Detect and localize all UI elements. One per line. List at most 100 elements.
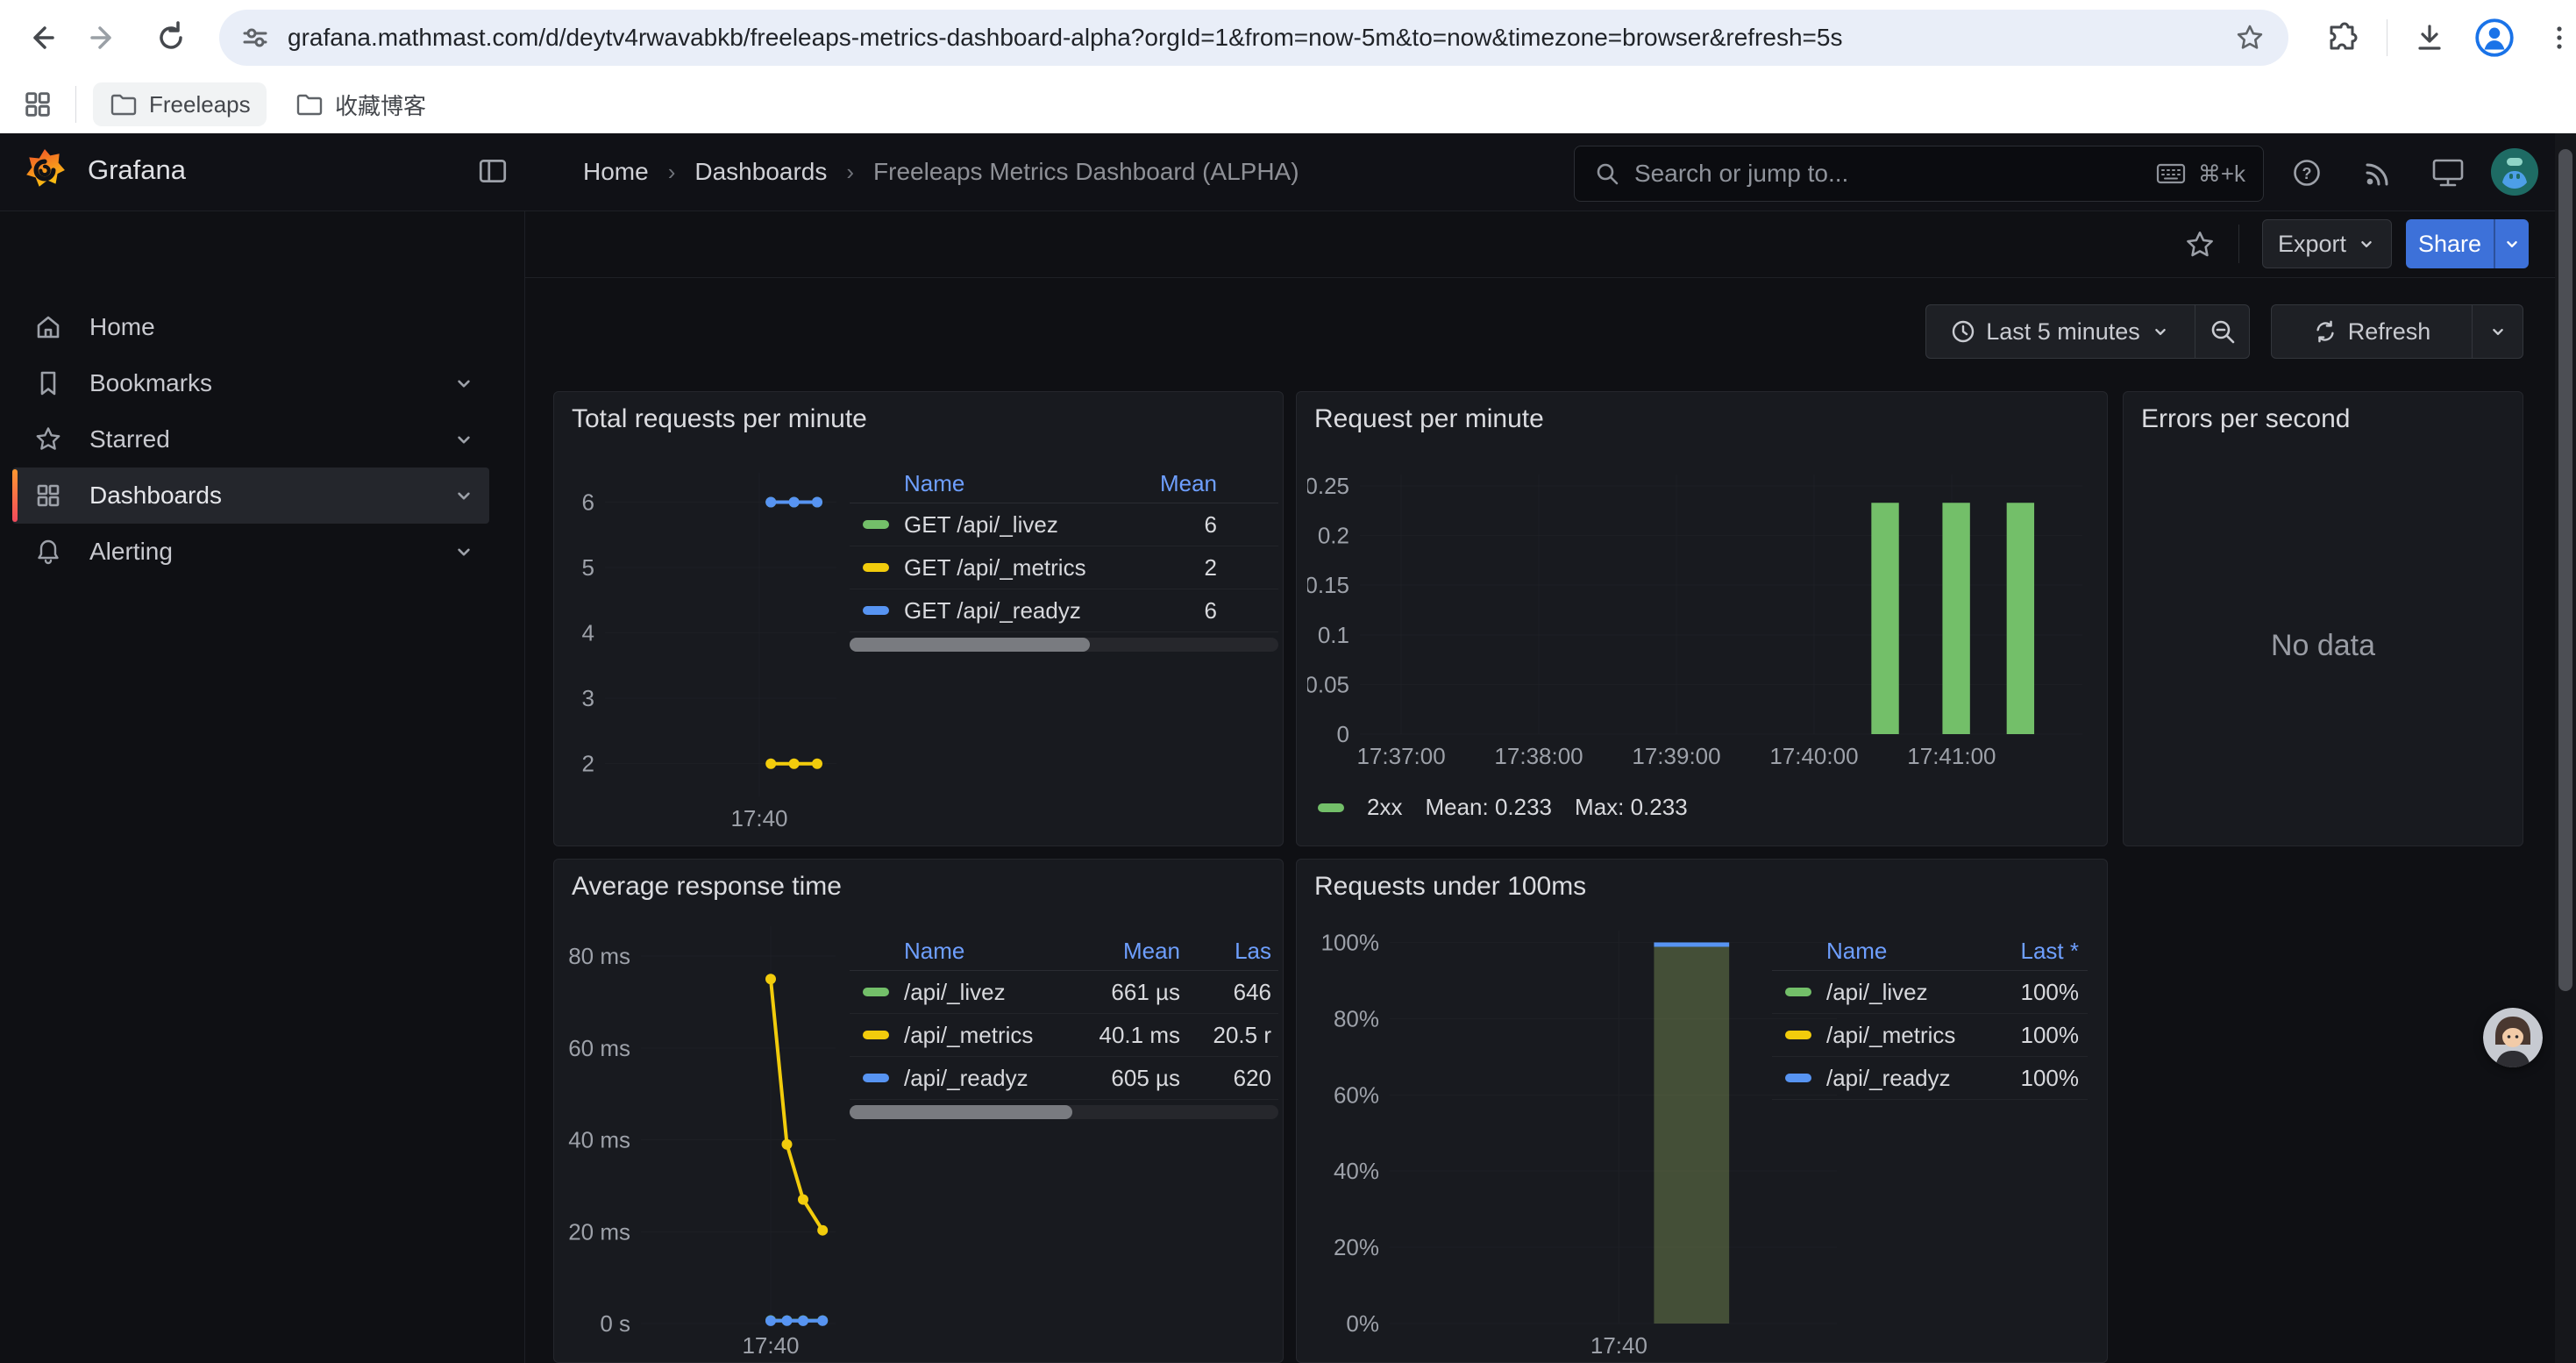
series-color-swatch[interactable] xyxy=(1318,803,1344,812)
panel-title[interactable]: Request per minute xyxy=(1314,404,1544,434)
panel-title[interactable]: Errors per second xyxy=(2141,404,2350,434)
svg-text:80%: 80% xyxy=(1334,1005,1379,1031)
url-text[interactable]: grafana.mathmast.com/d/deytv4rwavabkb/fr… xyxy=(288,24,2211,52)
home-icon xyxy=(33,312,63,342)
breadcrumb-home[interactable]: Home xyxy=(583,158,649,186)
help-icon[interactable]: ? xyxy=(2290,156,2323,189)
sidebar-item-home[interactable]: Home xyxy=(12,299,489,355)
bell-icon xyxy=(33,537,63,567)
sidebar-item-starred[interactable]: Starred xyxy=(12,411,489,467)
panel-title[interactable]: Total requests per minute xyxy=(572,404,867,434)
clock-icon xyxy=(1951,319,1975,344)
forward-icon[interactable] xyxy=(81,14,128,61)
series-name[interactable]: /api/_metrics xyxy=(904,1022,1033,1049)
svg-text:40 ms: 40 ms xyxy=(568,1127,630,1153)
series-name[interactable]: GET /api/_readyz xyxy=(904,597,1081,624)
user-avatar[interactable] xyxy=(2490,147,2539,196)
legend-value: 2 xyxy=(1085,554,1217,582)
bookmark-folder-blogs[interactable]: 收藏博客 xyxy=(279,82,442,126)
svg-text:20%: 20% xyxy=(1334,1234,1379,1260)
bookmark-folder-freeleaps[interactable]: Freeleaps xyxy=(93,82,267,126)
zoom-out-button[interactable] xyxy=(2195,304,2250,359)
legend-value: 100% xyxy=(1965,1065,2079,1092)
series-color-swatch[interactable] xyxy=(863,563,889,572)
sidebar-item-alerting[interactable]: Alerting xyxy=(12,524,489,580)
series-color-swatch[interactable] xyxy=(863,1031,889,1039)
svg-text:60%: 60% xyxy=(1334,1081,1379,1108)
monitor-icon[interactable] xyxy=(2430,156,2466,189)
series-color-swatch[interactable] xyxy=(863,606,889,615)
profile-icon[interactable] xyxy=(2471,14,2518,61)
series-name[interactable]: GET /api/_livez xyxy=(904,511,1058,539)
series-color-swatch[interactable] xyxy=(863,520,889,529)
legend-column-header[interactable]: Name xyxy=(850,470,1085,497)
legend-column-header[interactable]: Name xyxy=(850,938,1049,965)
series-name[interactable]: /api/_readyz xyxy=(904,1065,1028,1092)
extensions-icon[interactable] xyxy=(2318,14,2366,61)
series-color-swatch[interactable] xyxy=(1785,1074,1811,1082)
share-button[interactable]: Share xyxy=(2406,219,2494,268)
favorite-star-icon[interactable] xyxy=(2183,228,2217,261)
chart-canvas[interactable]: 0 s20 ms40 ms60 ms80 ms17:40 xyxy=(563,921,852,1363)
legend-value: 661 µs xyxy=(1049,979,1180,1006)
svg-text:0.25: 0.25 xyxy=(1307,473,1349,499)
chart-canvas[interactable]: 00.050.10.150.20.2517:37:0017:38:0017:39… xyxy=(1307,453,2096,813)
panel-title[interactable]: Average response time xyxy=(572,872,842,902)
refresh-button[interactable]: Refresh xyxy=(2271,304,2473,359)
legend-column-header[interactable]: Mean xyxy=(1085,470,1217,497)
legend-horizontal-scrollbar[interactable] xyxy=(850,638,1278,652)
chart-canvas[interactable]: 2345617:40 xyxy=(563,460,861,832)
url-bar[interactable]: grafana.mathmast.com/d/deytv4rwavabkb/fr… xyxy=(219,10,2288,66)
series-color-swatch[interactable] xyxy=(1785,988,1811,996)
breadcrumb-dashboards[interactable]: Dashboards xyxy=(694,158,827,186)
grafana-app: Grafana Home › Dashboards › Freeleaps Me… xyxy=(0,133,2576,1363)
browser-menu-icon[interactable] xyxy=(2536,14,2576,61)
series-name[interactable]: /api/_metrics xyxy=(1826,1022,1955,1049)
grafana-logo[interactable] xyxy=(23,146,67,195)
legend-column-header[interactable]: Name xyxy=(1772,938,1965,965)
reload-icon[interactable] xyxy=(147,14,195,61)
series-name[interactable]: GET /api/_metrics xyxy=(904,554,1085,582)
share-menu-button[interactable] xyxy=(2494,219,2529,268)
series-color-swatch[interactable] xyxy=(863,1074,889,1082)
series-color-swatch[interactable] xyxy=(1785,1031,1811,1039)
time-range-label: Last 5 minutes xyxy=(1986,318,2140,346)
apps-grid-icon[interactable] xyxy=(21,88,54,121)
bookmarks-divider xyxy=(75,86,76,123)
legend-scrollbar-thumb[interactable] xyxy=(850,638,1090,652)
bookmark-star-icon[interactable] xyxy=(2234,22,2266,54)
page-scrollbar[interactable] xyxy=(2555,133,2576,1363)
export-button[interactable]: Export xyxy=(2262,219,2392,268)
series-name[interactable]: /api/_livez xyxy=(1826,979,1928,1006)
legend-scrollbar-thumb[interactable] xyxy=(850,1105,1072,1119)
panel-title[interactable]: Requests under 100ms xyxy=(1314,872,1586,902)
floating-assistant-avatar[interactable] xyxy=(2483,1008,2543,1067)
brand-label[interactable]: Grafana xyxy=(88,154,186,186)
site-settings-icon[interactable] xyxy=(240,23,270,53)
no-data-message: No data xyxy=(2124,629,2523,663)
svg-text:17:40: 17:40 xyxy=(742,1332,799,1359)
panel-requests-under-100ms: Requests under 100ms 0%20%40%60%80%100%1… xyxy=(1296,859,2108,1363)
sidebar-item-dashboards[interactable]: Dashboards xyxy=(12,467,489,524)
back-icon[interactable] xyxy=(17,14,64,61)
sidebar-item-bookmarks[interactable]: Bookmarks xyxy=(12,355,489,411)
refresh-interval-button[interactable] xyxy=(2473,304,2523,359)
legend-horizontal-scrollbar[interactable] xyxy=(850,1105,1278,1119)
svg-text:17:37:00: 17:37:00 xyxy=(1356,743,1445,769)
sidebar-toggle-icon[interactable] xyxy=(476,154,509,188)
series-name[interactable]: /api/_livez xyxy=(904,979,1006,1006)
search-input[interactable]: Search or jump to... ⌘+k xyxy=(1574,146,2264,202)
series-color-swatch[interactable] xyxy=(863,988,889,996)
series-name[interactable]: /api/_readyz xyxy=(1826,1065,1951,1092)
news-rss-icon[interactable] xyxy=(2362,156,2395,189)
dashboard-actions-bar: Export Share xyxy=(524,211,2576,278)
legend-column-header[interactable]: Las xyxy=(1180,938,1271,965)
legend-column-header[interactable]: Mean xyxy=(1049,938,1180,965)
legend-column-header[interactable]: Last * xyxy=(1965,938,2079,965)
sidebar-item-label: Bookmarks xyxy=(89,369,452,397)
series-name[interactable]: 2xx xyxy=(1367,794,1402,821)
time-range-picker[interactable]: Last 5 minutes xyxy=(1925,304,2195,359)
breadcrumb-separator: › xyxy=(668,159,676,186)
download-icon[interactable] xyxy=(2406,14,2453,61)
page-scrollbar-thumb[interactable] xyxy=(2558,149,2572,991)
